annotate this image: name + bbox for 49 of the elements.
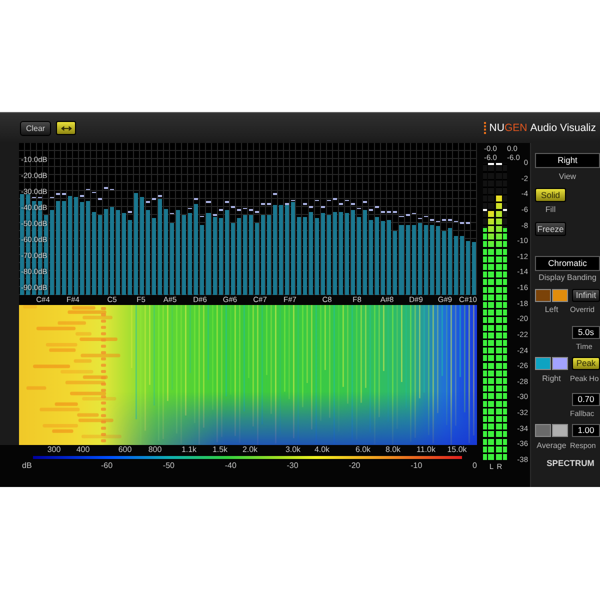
color-swatch-icon[interactable] (552, 424, 568, 437)
fill-label: Fill (545, 205, 556, 214)
color-swatch-icon[interactable] (535, 357, 551, 370)
frequency-label: 800 (148, 445, 162, 455)
banding-label: Display Banding (538, 273, 596, 282)
frequency-label: 4.0k (314, 445, 330, 455)
scale-unit-label: dB (22, 461, 32, 470)
dotted-bar-icon (484, 122, 486, 134)
section-title: SPECTRUM (546, 458, 594, 468)
left-right-arrow-icon (60, 126, 72, 130)
color-swatch-icon[interactable] (535, 289, 551, 302)
clear-button[interactable]: Clear (20, 120, 51, 136)
frequency-label: 600 (118, 445, 132, 455)
frequency-label: 15.0k (447, 445, 467, 455)
peak-button[interactable]: Peak (572, 357, 600, 370)
frequency-label: 6.0k (355, 445, 371, 455)
response-field[interactable]: 1.00 (572, 424, 600, 437)
scale-label: -50 (162, 461, 174, 470)
scale-label: -10 (410, 461, 422, 470)
frequency-label: 2.0k (242, 445, 258, 455)
color-swatch-icon[interactable] (535, 424, 551, 437)
trace-label: Right (542, 374, 561, 383)
brand-logo-text: NUGEN (489, 122, 528, 134)
arrows-toggle-button[interactable] (56, 121, 76, 135)
frequency-label: 3.0k (285, 445, 301, 455)
color-swatch-icon[interactable] (552, 357, 568, 370)
frequency-label: 8.0k (385, 445, 401, 455)
freeze-button[interactable]: Freeze (535, 222, 566, 236)
color-swatch-icon[interactable] (552, 289, 568, 302)
view-label: View (558, 172, 576, 181)
frequency-label: 1.5k (212, 445, 228, 455)
frequency-label: 1.1k (181, 445, 197, 455)
frequency-label: 300 (47, 445, 61, 455)
time-field[interactable]: 5.0s (572, 326, 600, 339)
view-field[interactable]: Right (535, 153, 600, 168)
solid-button[interactable]: Solid (535, 188, 566, 202)
trace-label: Left (544, 305, 558, 314)
banding-field[interactable]: Chromatic (535, 256, 600, 271)
scale-label: -20 (348, 461, 360, 470)
product-name: Audio Visualiz (530, 122, 596, 134)
scale-label: 0 (472, 461, 477, 470)
frequency-label: 11.0k (416, 445, 436, 455)
fallback-field[interactable]: 0.70 (572, 393, 600, 406)
frequency-label: 400 (76, 445, 90, 455)
infinite-button[interactable]: Infinit (572, 289, 600, 302)
trace-label: Average (536, 441, 566, 450)
scale-label: -30 (286, 461, 298, 470)
scale-label: -60 (101, 461, 113, 470)
scale-label: -40 (224, 461, 236, 470)
